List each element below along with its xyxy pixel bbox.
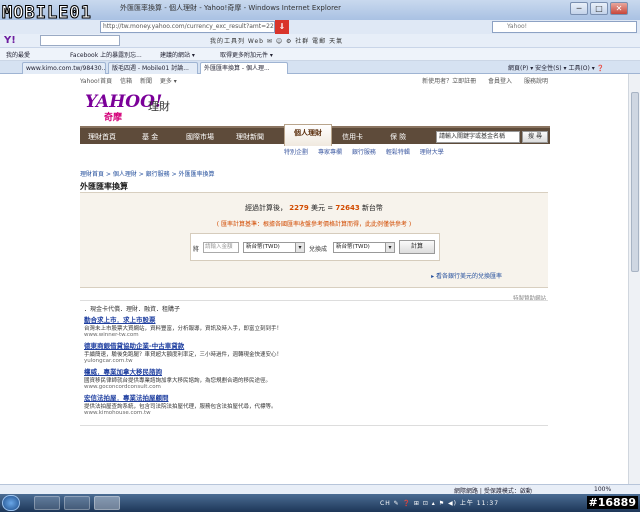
conversion-result: 經過計算後， 2279 美元 = 72643 新台幣 (245, 204, 383, 212)
calculate-button[interactable]: 計算 (399, 240, 435, 254)
more-link[interactable]: 更多 ▾ (160, 78, 177, 85)
nav-international[interactable]: 國際市場 (186, 132, 214, 142)
main-nav: 理財首頁 基 金 國際市場 理財新聞 個人理財 信用卡 保 險 請輸入關鍵字或基… (80, 124, 550, 146)
fav-suggested-sites[interactable]: 建議的網站 ▾ (160, 50, 195, 59)
ad-item: 德東商銀借貸協助企業-中古車貸款 手續簡速，驗後免跑腿？車貸超大額度利率定，三小… (84, 340, 544, 364)
browser-tab-bar: www.kimo.com.tw/98430... 版毛四週 - Mobile01… (0, 61, 640, 74)
start-button[interactable] (2, 495, 20, 511)
subnav-easy[interactable]: 輕鬆特輯 (386, 149, 410, 156)
register-link[interactable]: 新使用者？立即註冊 (422, 78, 476, 85)
rate-note: ( 匯率計算基準：根據各國匯率收盤參考價格計算而得，此此例僅供參考 ) (216, 221, 412, 228)
ad-desc: 台灣未上市股票大買網站，資料豐富，分析報導，資訊及時入手，即富立刻到手！ (84, 326, 283, 332)
news-link[interactable]: 新聞 (140, 78, 152, 85)
fav-facebook-link[interactable]: Facebook 上的暴露別忘... (70, 50, 142, 59)
sub-nav: 特別企劃 專家專欄 銀行服務 輕鬆特輯 理財大學 (284, 147, 452, 156)
currency-calculator: 經過計算後， 2279 美元 = 72643 新台幣 ( 匯率計算基準：根據各國… (80, 192, 548, 288)
nav-personal-finance[interactable]: 個人理財 (284, 124, 332, 146)
from-currency-select[interactable]: 新台幣(TWD) (243, 242, 305, 253)
command-bar[interactable]: 網頁(P) ▾ 安全性(S) ▾ 工具(O) ▾ ❓ (508, 63, 604, 72)
amount-input[interactable]: 請輸入金額 (203, 242, 239, 253)
help-link[interactable]: 服務說明 (524, 78, 548, 85)
favorites-button[interactable]: 我的最愛 (6, 50, 30, 59)
ad-title[interactable]: 德東商銀借貸協助企業-中古車貸款 (84, 340, 544, 350)
breadcrumb[interactable]: 理財首頁 > 個人理財 > 銀行服務 > 外匯匯率換算 (80, 169, 215, 178)
amount-label: 將 (193, 246, 200, 253)
result-amount: 2279 (289, 204, 309, 212)
ad-title[interactable]: 勤合求上市．求上市股票 (84, 314, 544, 324)
browser-search-input[interactable]: Yahoo! (492, 21, 637, 33)
favorites-bar: 我的最愛 Facebook 上的暴露別忘... 建議的網站 ▾ 取得更多附加元件… (0, 48, 640, 61)
to-currency-select[interactable]: 新台幣(TWD) (333, 242, 395, 253)
nav-finance-news[interactable]: 理財新聞 (236, 132, 264, 142)
system-tray[interactable]: CH ✎ ❓ ⊞ ⊡ ▴ ⚑ ◀) 上午 11:37 (380, 498, 499, 507)
ad-url[interactable]: yulongcar.com.tw (84, 358, 544, 364)
section-title: 理財 (148, 100, 170, 113)
sponsored-ads: ．現金卡代償．理財．融資．租購子 勤合求上市．求上市股票 台灣未上市股票大買網站… (80, 300, 548, 426)
convert-label: 兌換成 (309, 246, 328, 253)
ad-item: 權威．專業加拿大移民諮詢 國資移民律師就台提供專業諮詢加拿大移民諮詢，為您規劃合… (84, 366, 544, 390)
yahoo-toolbar: Y! 我的工具列 Web ✉ ☺ ⚙ 社群 電郵 天氣 (0, 34, 640, 48)
yahoo-top-nav: Yahoo!首頁 信箱 新聞 更多 ▾ 新使用者？立即註冊 會員登入 服務說明 (80, 76, 548, 86)
scroll-thumb[interactable] (631, 92, 639, 272)
mail-link[interactable]: 信箱 (120, 78, 132, 85)
fund-search-button[interactable]: 搜 尋 (522, 131, 548, 143)
maximize-button[interactable]: □ (590, 2, 608, 15)
download-icon[interactable]: ⇓ (275, 20, 289, 34)
address-bar: http://tw.money.yahoo.com/currency_exc_r… (0, 20, 640, 34)
nav-funds[interactable]: 基 金 (142, 132, 158, 142)
ad-url[interactable]: www.kimohouse.com.tw (84, 410, 544, 416)
status-bar: 網際網路 | 受保護模式：啟動 100% (0, 484, 640, 495)
tab-currency[interactable]: 外匯匯率換算 - 個人理... (200, 62, 288, 74)
ads-header[interactable]: ．現金卡代償．理財．融資．租購子 (84, 304, 180, 313)
page-title: 外匯匯率換算 (80, 182, 128, 191)
nav-finance-home[interactable]: 理財首頁 (88, 132, 116, 142)
vertical-scrollbar[interactable] (628, 74, 640, 484)
ad-url[interactable]: www.winner-tw.com (84, 332, 544, 338)
taskbar-media-icon[interactable] (64, 496, 90, 510)
watermark-id: #16889 (586, 496, 638, 509)
taskbar-ie-icon[interactable] (94, 496, 120, 510)
close-button[interactable]: ✕ (610, 2, 628, 15)
zoom-level[interactable]: 100% (594, 486, 611, 493)
taskbar-explorer-icon[interactable] (34, 496, 60, 510)
tab-mobile01[interactable]: 版毛四週 - Mobile01 討論... (108, 62, 198, 74)
minimize-button[interactable]: ─ (570, 2, 588, 15)
window-title: 外匯匯率換算 - 個人理財 - Yahoo!奇摩 - Windows Inter… (120, 4, 341, 12)
nav-insurance[interactable]: 保 險 (390, 132, 406, 142)
toolbar-items[interactable]: 我的工具列 Web ✉ ☺ ⚙ 社群 電郵 天氣 (210, 36, 343, 45)
fav-addons[interactable]: 取得更多附加元件 ▾ (220, 50, 273, 59)
ad-desc: 國資移民律師就台提供專業諮詢加拿大移民諮詢，為您規劃合適的移民途徑。 (84, 378, 272, 384)
ad-url[interactable]: www.goconcordconsult.com (84, 384, 544, 390)
ad-item: 勤合求上市．求上市股票 台灣未上市股票大買網站，資料豐富，分析報導，資訊及時入手… (84, 314, 544, 338)
taskbar: CH ✎ ❓ ⊞ ⊡ ▴ ⚑ ◀) 上午 11:37 #16889 (0, 494, 640, 512)
fund-search-input[interactable]: 請輸入關鍵字或基金名稱 (436, 131, 520, 143)
ad-desc: 提供法拍屋查詢系統，包含司法院法拍屋代理，服務包含法拍屋代尋，代標等。 (84, 404, 277, 410)
ad-desc: 手續簡速，驗後免跑腿？車貸超大額度利率定，三小時過件，週轉現金快速安心！ (84, 352, 283, 358)
yahoo-home-link[interactable]: Yahoo!首頁 (80, 78, 112, 85)
ad-title[interactable]: 宏信法拍屋．專業法拍屋顧問 (84, 392, 544, 402)
page-content: Yahoo!首頁 信箱 新聞 更多 ▾ 新使用者？立即註冊 會員登入 服務說明 … (0, 74, 640, 484)
ad-title[interactable]: 權威．專業加拿大移民諮詢 (84, 366, 544, 376)
url-field[interactable]: http://tw.money.yahoo.com/currency_exc_r… (100, 21, 275, 33)
bank-rate-link[interactable]: ▸ 看各銀行美元的兌換匯率 (431, 271, 502, 280)
calc-form: 將 請輸入金額 新台幣(TWD) 兌換成 新台幣(TWD) 計算 (190, 233, 440, 261)
subnav-university[interactable]: 理財大學 (420, 149, 444, 156)
nav-credit-card[interactable]: 信用卡 (342, 132, 363, 142)
toolbar-search-input[interactable] (40, 35, 120, 46)
subnav-expert[interactable]: 專家專欄 (318, 149, 342, 156)
tab-kimo[interactable]: www.kimo.com.tw/98430... (22, 62, 106, 74)
subnav-special[interactable]: 特別企劃 (284, 149, 308, 156)
subnav-bank[interactable]: 銀行服務 (352, 149, 376, 156)
login-link[interactable]: 會員登入 (488, 78, 512, 85)
ad-item: 宏信法拍屋．專業法拍屋顧問 提供法拍屋查詢系統，包含司法院法拍屋代理，服務包含法… (84, 392, 544, 416)
result-value: 72643 (335, 204, 360, 212)
yahoo-logo-sub: 奇摩 (104, 113, 123, 123)
yahoo-icon[interactable]: Y! (4, 35, 16, 46)
